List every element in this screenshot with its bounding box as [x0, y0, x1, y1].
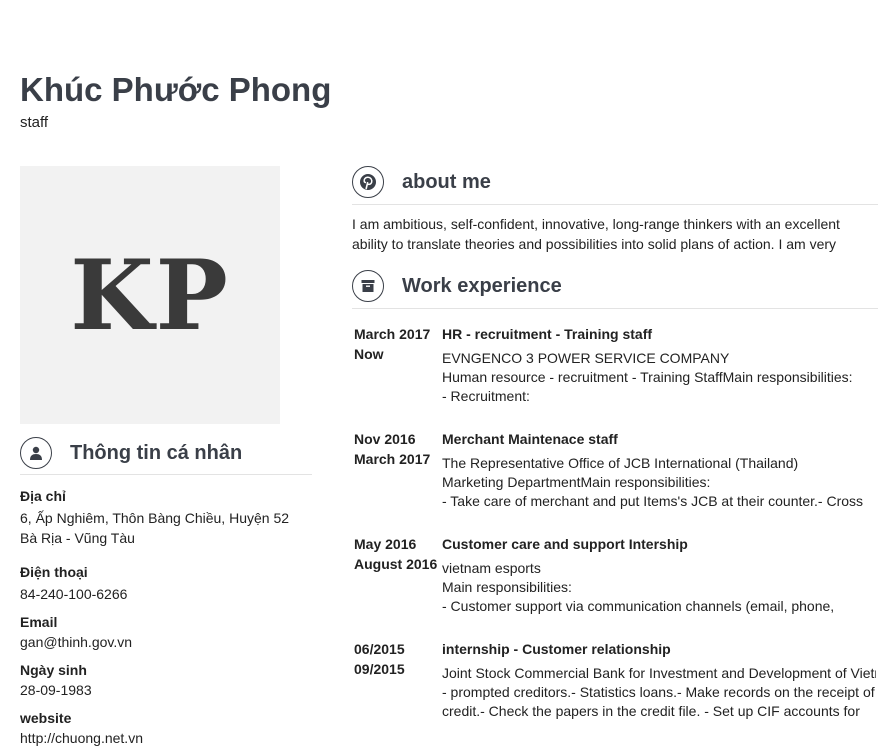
- job-start-date: March 2017: [354, 326, 431, 342]
- job-body: internship - Customer relationship Joint…: [442, 639, 876, 721]
- profile-name: Khúc Phước Phong: [20, 71, 332, 108]
- avatar-initials: KP: [70, 238, 230, 352]
- work-experience-title: Work experience: [402, 274, 562, 297]
- job-entry: Nov 2016 March 2017 Merchant Maintenace …: [354, 429, 894, 511]
- job-end-date: 09/2015: [354, 661, 405, 677]
- job-body: Merchant Maintenace staff The Representa…: [442, 429, 876, 511]
- job-company: vietnam esports: [442, 560, 541, 576]
- job-desc-line2: credit.- Check the papers in the credit …: [442, 703, 860, 719]
- job-end-date: August 2016: [354, 556, 438, 572]
- personal-info: Địa chỉ 6, Ấp Nghiêm, Thôn Bàng Chiều, H…: [20, 486, 310, 748]
- job-dates: 06/2015 09/2015: [354, 639, 442, 721]
- pinterest-icon: [352, 166, 384, 198]
- about-line1: I am ambitious, self-confident, innovati…: [352, 216, 840, 232]
- job-desc-line2: - Customer support via communication cha…: [442, 598, 835, 614]
- about-text: I am ambitious, self-confident, innovati…: [352, 214, 878, 254]
- archive-icon: [352, 270, 384, 302]
- address-line1: 6, Ấp Nghiêm, Thôn Bàng Chiều, Huyện 52: [20, 510, 290, 526]
- about-header: about me: [352, 160, 878, 205]
- website-link[interactable]: http://chuong.net.vn: [20, 728, 310, 748]
- phone-value: 84-240-100-6266: [20, 586, 128, 602]
- job-end-date: March 2017: [354, 451, 431, 467]
- job-title: HR - recruitment - Training staff: [442, 326, 653, 342]
- job-start-date: Nov 2016: [354, 431, 416, 447]
- job-desc-line2: - Take care of merchant and put Items's …: [442, 493, 864, 509]
- job-entry: March 2017 Now HR - recruitment - Traini…: [354, 324, 894, 406]
- about-line2: ability to translate theories and possib…: [352, 236, 837, 252]
- job-desc-line1: Main responsibilities:: [442, 579, 572, 595]
- profile-role: staff: [20, 114, 49, 131]
- birthday-value: 28-09-1983: [20, 682, 92, 698]
- birthday-label: Ngày sinh: [20, 662, 87, 678]
- job-desc-line1: - prompted creditors.- Statistics loans.…: [442, 684, 875, 700]
- job-company: EVNGENCO 3 POWER SERVICE COMPANY: [442, 350, 730, 366]
- avatar: KP: [20, 166, 280, 424]
- email-label: Email: [20, 614, 58, 630]
- personal-info-header: Thông tin cá nhân: [20, 432, 312, 475]
- job-body: HR - recruitment - Training staff EVNGEN…: [442, 324, 876, 406]
- email-value[interactable]: gan@thinh.gov.vn: [20, 632, 310, 652]
- about-title: about me: [402, 170, 491, 193]
- job-company: The Representative Office of JCB Interna…: [442, 455, 799, 471]
- job-dates: May 2016 August 2016: [354, 534, 442, 616]
- user-icon: [20, 437, 52, 469]
- job-dates: March 2017 Now: [354, 324, 442, 406]
- personal-info-title: Thông tin cá nhân: [70, 441, 243, 464]
- job-desc-line2: - Recruitment:: [442, 388, 530, 404]
- website-label: website: [20, 710, 72, 726]
- phone-label: Điện thoại: [20, 564, 88, 580]
- job-title: Customer care and support Intership: [442, 536, 688, 552]
- job-body: Customer care and support Intership viet…: [442, 534, 876, 616]
- job-end-date: Now: [354, 346, 384, 362]
- profile-header: Khúc Phước Phong staff: [20, 70, 331, 131]
- job-desc-line1: Human resource - recruitment - Training …: [442, 369, 853, 385]
- job-start-date: May 2016: [354, 536, 417, 552]
- address-label: Địa chỉ: [20, 488, 66, 504]
- job-start-date: 06/2015: [354, 641, 405, 657]
- job-entry: May 2016 August 2016 Customer care and s…: [354, 534, 894, 616]
- job-entry: 06/2015 09/2015 internship - Customer re…: [354, 639, 894, 721]
- address-line2: Bà Rịa - Vũng Tàu: [20, 530, 135, 546]
- work-experience-header: Work experience: [352, 264, 878, 309]
- job-title: Merchant Maintenace staff: [442, 431, 618, 447]
- job-desc-line1: Marketing DepartmentMain responsibilitie…: [442, 474, 711, 490]
- job-dates: Nov 2016 March 2017: [354, 429, 442, 511]
- job-title: internship - Customer relationship: [442, 641, 671, 657]
- job-company: Joint Stock Commercial Bank for Investme…: [442, 665, 876, 681]
